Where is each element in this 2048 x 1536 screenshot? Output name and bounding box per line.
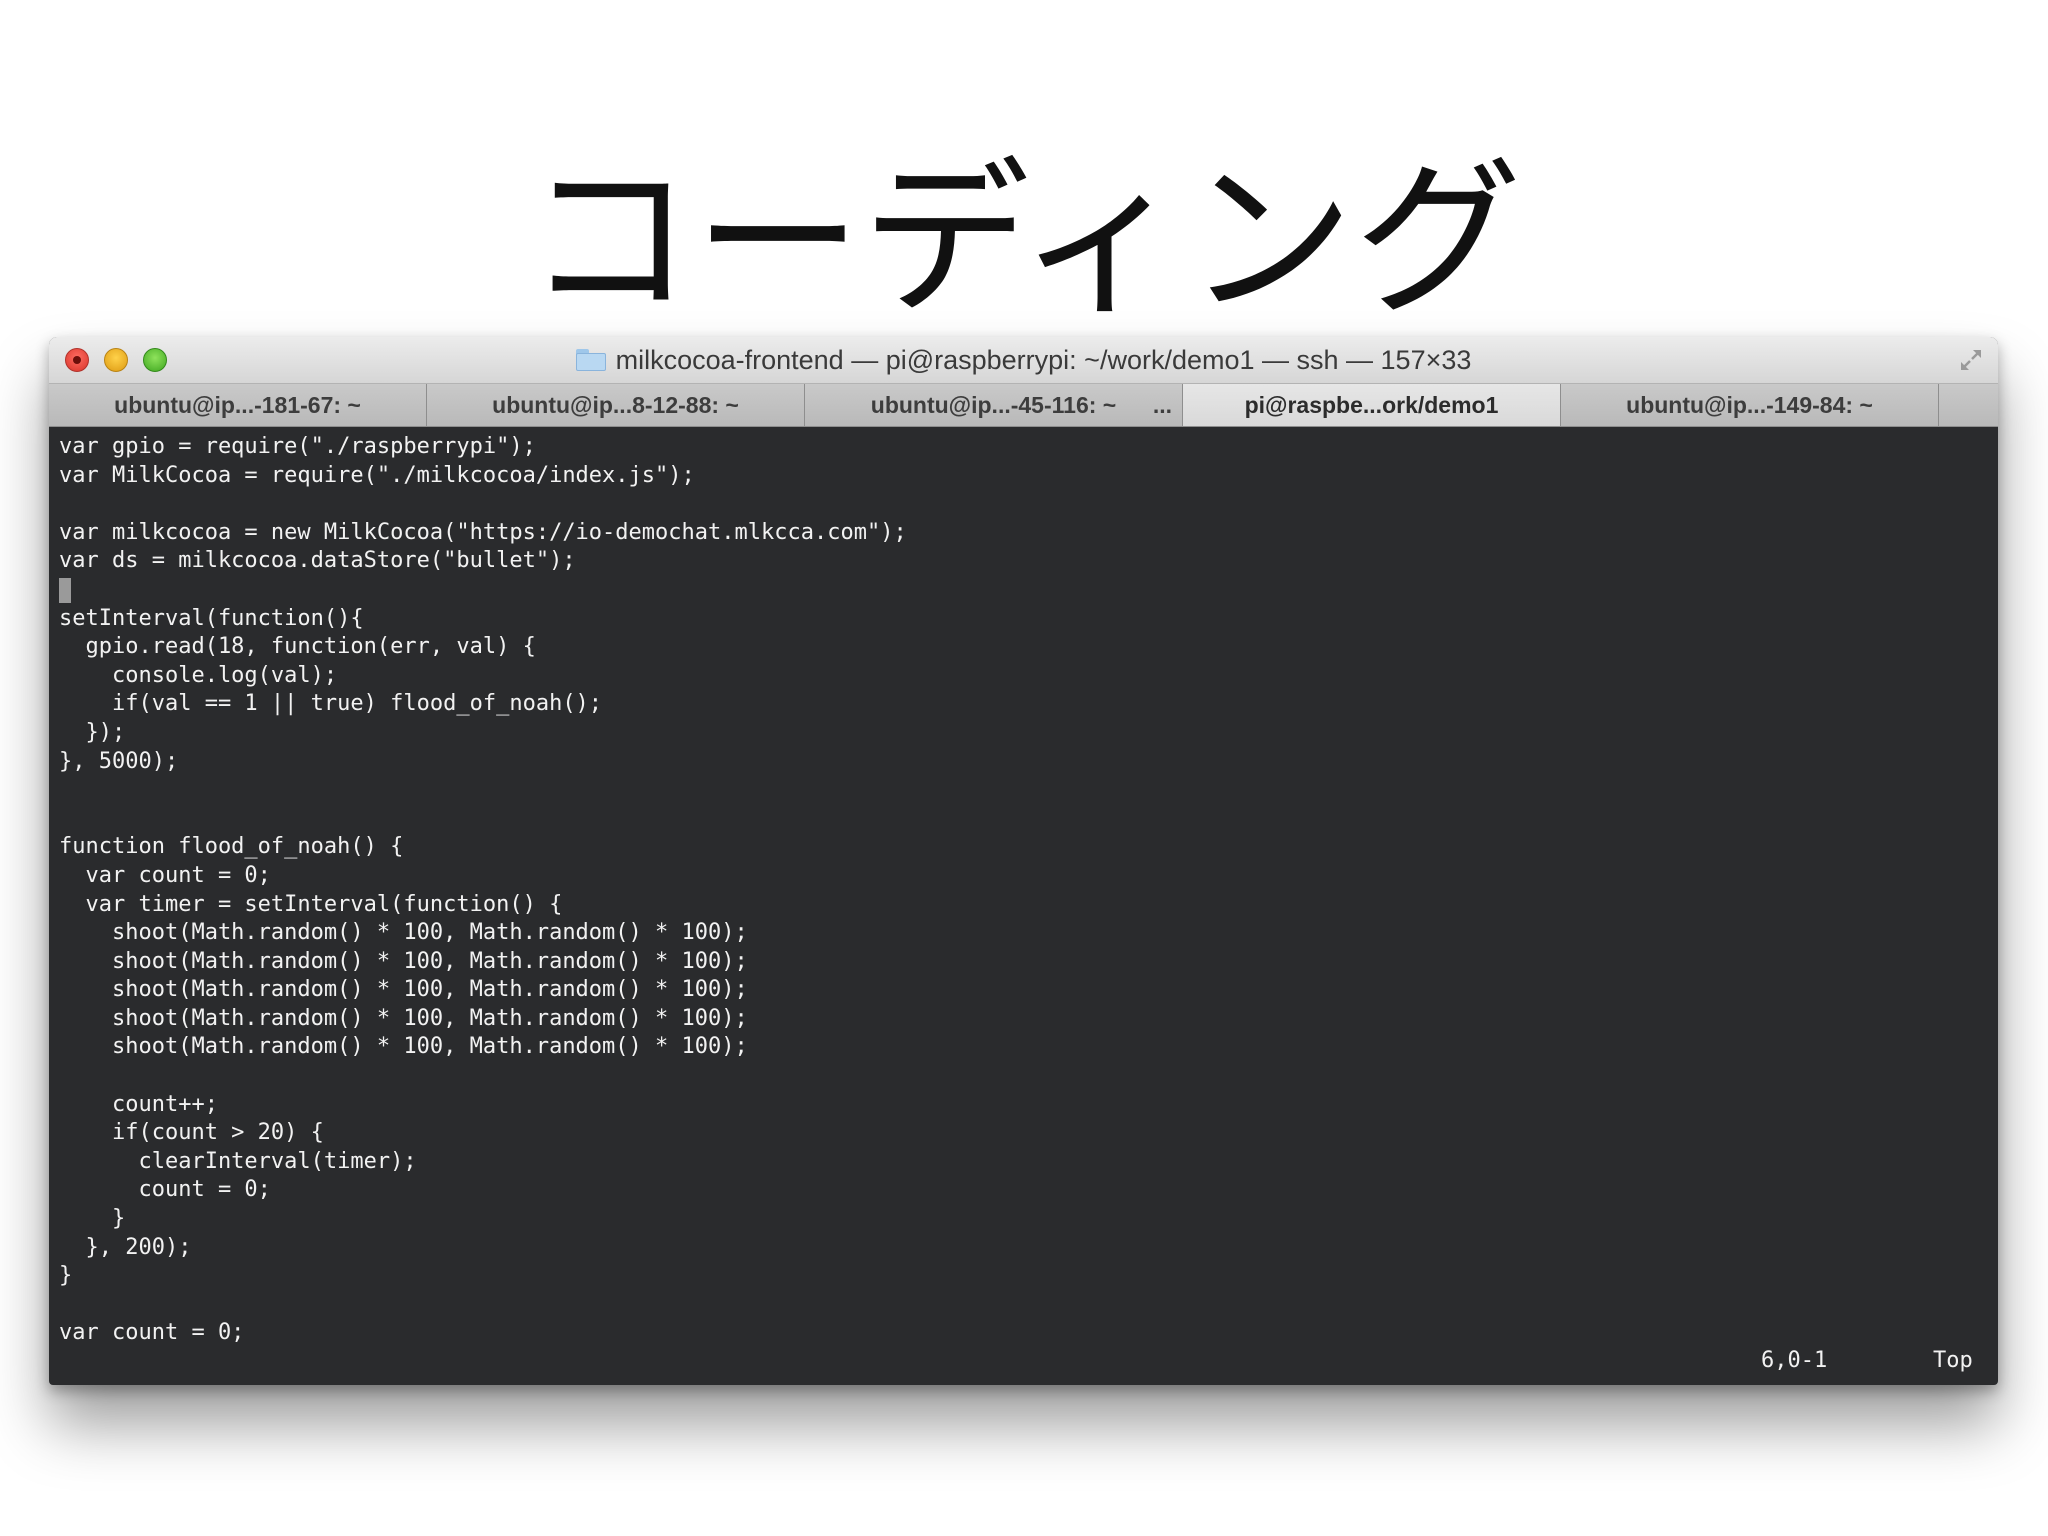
code-line: var gpio = require("./raspberrypi"); xyxy=(59,434,536,459)
code-line: shoot(Math.random() * 100, Math.random()… xyxy=(59,1005,748,1031)
code-line: var ds = milkcocoa.dataStore("bullet"); xyxy=(59,548,576,574)
tab-label: ubuntu@ip...-181-67: ~ xyxy=(114,391,361,418)
code-line: shoot(Math.random() * 100, Math.random()… xyxy=(59,977,748,1003)
code-line: var count = 0; xyxy=(59,862,271,888)
scroll-indicator: Top xyxy=(1933,1348,1973,1373)
folder-icon xyxy=(575,349,606,371)
code-line: function flood_of_noah() { xyxy=(59,834,404,860)
code-line: }, 5000); xyxy=(59,748,179,774)
code-line: count++; xyxy=(59,1091,218,1117)
terminal-window: milkcocoa-frontend — pi@raspberrypi: ~/w… xyxy=(49,337,1998,1385)
code-line: var milkcocoa = new MilkCocoa("https://i… xyxy=(59,519,907,545)
cursor-position: 6,0-1 xyxy=(1761,1348,1828,1373)
code-line: }, 200); xyxy=(59,1234,192,1260)
code-line: console.log(val); xyxy=(59,662,338,688)
slide-title: コーディング xyxy=(525,142,1523,338)
tab-bar: ubuntu@ip...-181-67: ~ ubuntu@ip...8-12-… xyxy=(49,384,1998,427)
tab-ubuntu-45-116[interactable]: ubuntu@ip...-45-116: ~ ... xyxy=(805,384,1183,426)
code-line: } xyxy=(59,1263,73,1289)
tab-bar-filler xyxy=(1939,384,1998,426)
code-line: } xyxy=(59,1206,126,1232)
code-line: var count = 0; xyxy=(59,1320,245,1346)
code-line: }); xyxy=(59,719,126,745)
code-line: var timer = setInterval(function() { xyxy=(59,891,563,917)
tab-label: ubuntu@ip...-149-84: ~ xyxy=(1626,391,1873,418)
code-editor[interactable]: var gpio = require("./raspberrypi"); var … xyxy=(59,433,1979,1345)
code-line: var MilkCocoa = require("./milkcocoa/ind… xyxy=(59,462,695,488)
code-line: if(count > 20) { xyxy=(59,1120,324,1146)
code-line: gpio.read(18, function(err, val) { xyxy=(59,634,536,660)
titlebar: milkcocoa-frontend — pi@raspberrypi: ~/w… xyxy=(49,337,1998,384)
window-title: milkcocoa-frontend — pi@raspberrypi: ~/w… xyxy=(615,344,1472,375)
code-line: setInterval(function(){ xyxy=(59,605,364,631)
code-line: shoot(Math.random() * 100, Math.random()… xyxy=(59,1034,748,1060)
window-title-group: milkcocoa-frontend — pi@raspberrypi: ~/w… xyxy=(49,337,1998,383)
tab-label: pi@raspbe...ork/demo1 xyxy=(1244,391,1499,418)
fullscreen-arrows-icon[interactable] xyxy=(1958,347,1984,373)
tab-ubuntu-181-67[interactable]: ubuntu@ip...-181-67: ~ xyxy=(49,384,427,426)
tab-label: ubuntu@ip...8-12-88: ~ xyxy=(492,391,739,418)
tab-label: ubuntu@ip...-45-116: ~ xyxy=(870,391,1117,418)
code-line: shoot(Math.random() * 100, Math.random()… xyxy=(59,920,748,946)
code-line: if(val == 1 || true) flood_of_noah(); xyxy=(59,691,603,717)
tab-overflow-indicator[interactable]: ... xyxy=(1153,392,1172,419)
code-line: clearInterval(timer); xyxy=(59,1148,417,1174)
code-line: count = 0; xyxy=(59,1177,271,1203)
code-line: shoot(Math.random() * 100, Math.random()… xyxy=(59,948,748,974)
text-cursor xyxy=(59,577,71,603)
code-line xyxy=(59,576,1979,605)
tab-pi-raspberrypi-demo1[interactable]: pi@raspbe...ork/demo1 xyxy=(1183,384,1561,426)
tab-ubuntu-8-12-88[interactable]: ubuntu@ip...8-12-88: ~ xyxy=(427,384,805,426)
tab-ubuntu-149-84[interactable]: ubuntu@ip...-149-84: ~ xyxy=(1561,384,1939,426)
